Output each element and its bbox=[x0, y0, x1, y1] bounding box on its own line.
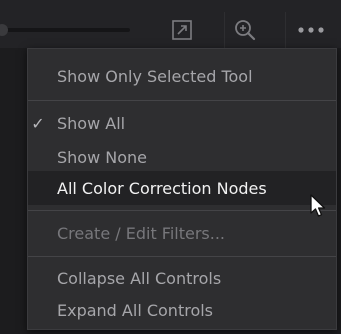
menu-item-create-edit-filters[interactable]: Create / Edit Filters... bbox=[28, 216, 336, 250]
mouse-pointer-icon bbox=[309, 193, 329, 223]
zoom-slider[interactable] bbox=[0, 28, 130, 32]
menu-divider bbox=[28, 210, 336, 211]
zoom-icon bbox=[233, 18, 257, 42]
more-options-button[interactable] bbox=[285, 12, 336, 48]
inspector-toolbar bbox=[0, 0, 341, 48]
menu-item-label: All Color Correction Nodes bbox=[57, 178, 267, 198]
checkmark-icon: ✓ bbox=[31, 113, 45, 133]
more-options-icon bbox=[297, 26, 325, 34]
menu-item-collapse-all-controls[interactable]: Collapse All Controls bbox=[28, 261, 336, 295]
zoom-slider-knob[interactable] bbox=[0, 24, 8, 36]
options-dropdown-menu: Show Only Selected Tool ✓ Show All Show … bbox=[27, 48, 337, 330]
menu-item-show-all[interactable]: ✓ Show All bbox=[28, 106, 336, 140]
menu-item-show-only-selected-tool[interactable]: Show Only Selected Tool bbox=[28, 59, 336, 93]
menu-item-label: Create / Edit Filters... bbox=[57, 223, 226, 243]
menu-item-all-color-correction-nodes[interactable]: All Color Correction Nodes bbox=[28, 171, 336, 205]
menu-item-label: Collapse All Controls bbox=[57, 268, 222, 288]
menu-item-label: Show All bbox=[57, 113, 126, 133]
resize-button[interactable] bbox=[162, 12, 202, 48]
resize-icon bbox=[171, 19, 193, 41]
menu-divider bbox=[28, 100, 336, 101]
menu-item-expand-all-controls[interactable]: Expand All Controls bbox=[28, 293, 336, 327]
menu-item-label: Show None bbox=[57, 147, 147, 167]
menu-item-label: Show Only Selected Tool bbox=[57, 66, 253, 86]
app-frame: Show Only Selected Tool ✓ Show All Show … bbox=[0, 0, 341, 334]
menu-item-label: Expand All Controls bbox=[57, 300, 214, 320]
zoom-button[interactable] bbox=[224, 12, 265, 48]
menu-item-show-none[interactable]: Show None bbox=[28, 140, 336, 174]
menu-divider bbox=[28, 256, 336, 257]
